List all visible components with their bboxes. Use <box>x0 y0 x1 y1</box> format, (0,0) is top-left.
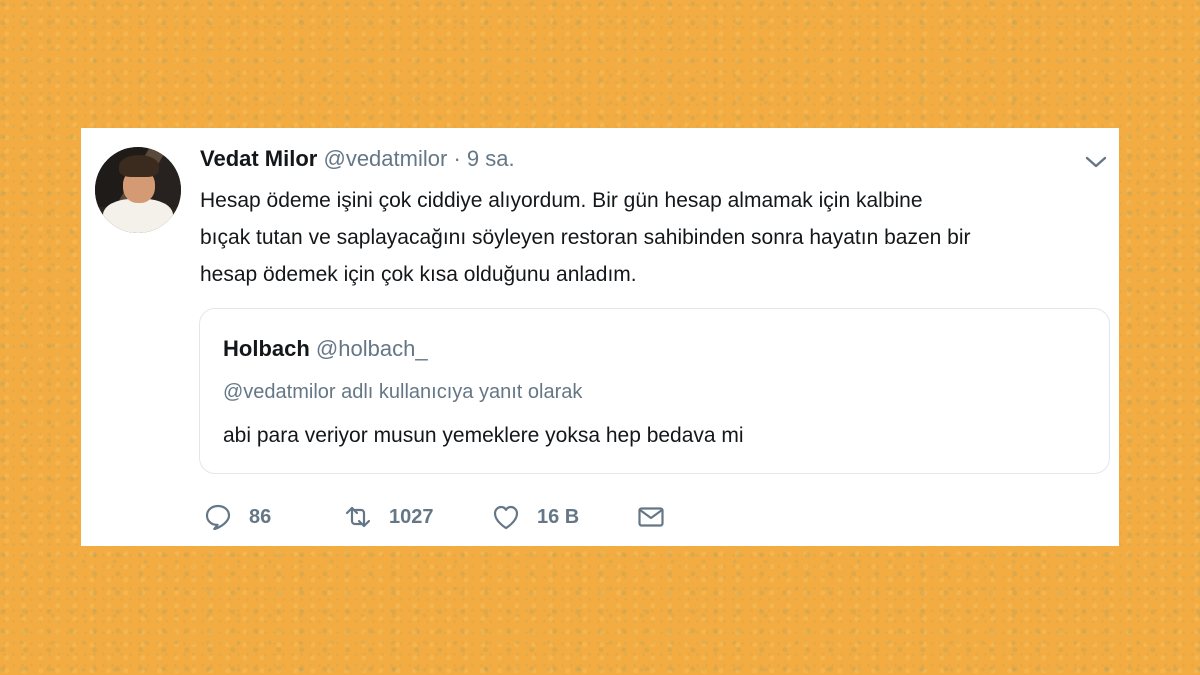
like-button[interactable]: 16 B <box>491 500 579 534</box>
like-count: 16 B <box>537 505 580 528</box>
retweet-button[interactable]: 1027 <box>343 500 434 534</box>
reply-button[interactable]: 86 <box>203 500 271 534</box>
author-name[interactable]: Vedat Milor <box>200 146 317 171</box>
quoted-reply-context: @vedatmilor adlı kullanıcıya yanıt olara… <box>223 381 583 403</box>
avatar[interactable] <box>95 147 181 233</box>
quoted-tweet-header: Holbach @holbach_ <box>223 336 428 362</box>
quoted-author-handle: @holbach_ <box>315 336 428 361</box>
heart-icon <box>493 505 519 530</box>
quoted-tweet-text: abi para veriyor musun yemeklere yoksa h… <box>223 424 744 447</box>
tweet-header: Vedat Milor @vedatmilor · 9 sa. <box>200 146 515 172</box>
reply-count: 86 <box>249 505 272 528</box>
tweet-text: Hesap ödeme işini çok ciddiye alıyordum.… <box>200 182 1100 293</box>
tweet-text-line: hesap ödemek için çok kısa olduğunu anla… <box>200 263 637 286</box>
envelope-icon <box>638 507 664 527</box>
quoted-author-name: Holbach <box>223 336 310 361</box>
tweet-time[interactable]: 9 sa. <box>467 146 515 171</box>
author-handle[interactable]: @vedatmilor <box>323 146 447 171</box>
tweet-card[interactable]: Vedat Milor @vedatmilor · 9 sa. Hesap öd… <box>81 128 1119 546</box>
tweet-text-line: Hesap ödeme işini çok ciddiye alıyordum.… <box>200 189 923 212</box>
avatar-shirt <box>103 199 173 233</box>
header-separator: · <box>453 146 461 171</box>
tweet-text-line: bıçak tutan ve saplayacağını söyleyen re… <box>200 226 971 249</box>
avatar-hair <box>119 155 159 177</box>
direct-message-button[interactable] <box>636 500 666 534</box>
retweet-count: 1027 <box>389 505 434 528</box>
chevron-down-icon[interactable] <box>1084 154 1108 170</box>
retweet-icon <box>345 506 371 528</box>
tweet-actions: 86 1027 16 B <box>203 500 803 534</box>
quoted-tweet[interactable]: Holbach @holbach_ @vedatmilor adlı kulla… <box>199 308 1110 474</box>
reply-icon <box>205 504 231 531</box>
